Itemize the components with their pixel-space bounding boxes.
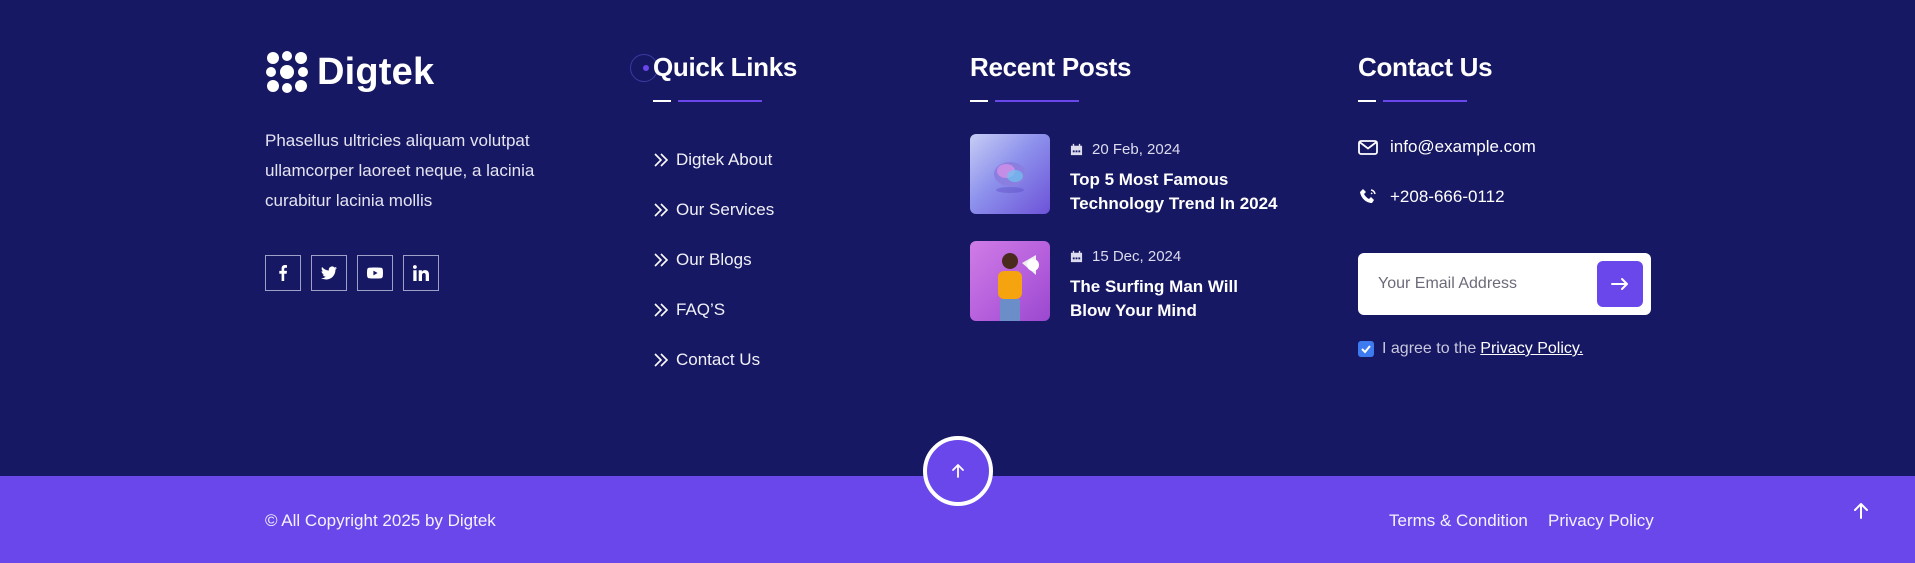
- contact-email[interactable]: info@example.com: [1358, 137, 1536, 157]
- twitter-link[interactable]: [311, 255, 347, 291]
- post-thumbnail[interactable]: [970, 241, 1050, 321]
- quick-link-label: Our Blogs: [676, 250, 752, 269]
- agree-text: I agree to the: [1382, 340, 1477, 357]
- post-date-text: 20 Feb, 2024: [1092, 141, 1181, 158]
- scroll-up-button[interactable]: [923, 436, 993, 506]
- double-chevron-right-icon: [654, 303, 669, 317]
- title-underline-long: [678, 100, 762, 102]
- quick-links-title: Quick Links: [653, 52, 798, 82]
- recent-posts-title: Recent Posts: [970, 52, 1132, 82]
- title-underline-long: [1383, 100, 1467, 102]
- title-underline-short: [970, 100, 988, 102]
- double-chevron-right-icon: [654, 153, 669, 167]
- post-date: 15 Dec, 2024: [1070, 248, 1280, 265]
- subscribe-button[interactable]: [1597, 261, 1643, 307]
- title-underline-long: [995, 100, 1079, 102]
- post-thumbnail[interactable]: [970, 134, 1050, 214]
- back-to-top-button[interactable]: [1850, 500, 1872, 522]
- post-date-text: 15 Dec, 2024: [1092, 248, 1182, 265]
- arrow-right-icon: [1611, 278, 1628, 290]
- quick-link-label: FAQ’S: [676, 300, 726, 319]
- facebook-link[interactable]: [265, 255, 301, 291]
- contact-title: Contact Us: [1358, 52, 1493, 82]
- quick-link-blogs[interactable]: Our Blogs: [653, 235, 774, 285]
- youtube-link[interactable]: [357, 255, 393, 291]
- logo-icon: [266, 51, 308, 93]
- woman-megaphone-image-icon: [998, 253, 1039, 321]
- calendar-icon: [1070, 250, 1083, 263]
- email-input[interactable]: [1378, 253, 1578, 315]
- post-title-link[interactable]: Top 5 Most Famous Technology Trend In 20…: [1070, 168, 1280, 216]
- title-underline-short: [653, 100, 671, 102]
- title-underline-short: [1358, 100, 1376, 102]
- phone-icon: [1360, 189, 1376, 203]
- brand-name: Digtek: [317, 50, 435, 93]
- linkedin-icon: [413, 265, 429, 281]
- double-chevron-right-icon: [654, 353, 669, 367]
- quick-links-list: Digtek About Our Services Our Blogs FAQ’…: [653, 135, 774, 385]
- double-chevron-right-icon: [654, 203, 669, 217]
- calendar-icon: [1070, 143, 1083, 156]
- privacy-policy-footer-link[interactable]: Privacy Policy: [1548, 511, 1654, 531]
- contact-phone[interactable]: +208-666-0112: [1358, 187, 1505, 207]
- quick-link-label: Our Services: [676, 200, 775, 219]
- about-text: Phasellus ultricies aliquam volutpat ull…: [265, 131, 535, 210]
- privacy-policy-link[interactable]: Privacy Policy.: [1480, 340, 1583, 358]
- twitter-icon: [321, 266, 337, 280]
- recent-post: 15 Dec, 2024 The Surfing Man Will Blow Y…: [970, 241, 1280, 323]
- envelope-icon: [1358, 140, 1378, 155]
- social-links: [265, 255, 439, 291]
- quick-link-faq[interactable]: FAQ’S: [653, 285, 774, 335]
- contact-phone-text: +208-666-0112: [1390, 187, 1505, 206]
- linkedin-link[interactable]: [403, 255, 439, 291]
- privacy-checkbox[interactable]: [1358, 341, 1374, 357]
- quick-link-services[interactable]: Our Services: [653, 185, 774, 235]
- contact-email-text: info@example.com: [1390, 137, 1536, 156]
- recent-post: 20 Feb, 2024 Top 5 Most Famous Technolog…: [970, 134, 1280, 216]
- youtube-icon: [367, 267, 383, 279]
- quick-link-contact[interactable]: Contact Us: [653, 335, 774, 385]
- brain-image-icon: [994, 162, 1026, 193]
- privacy-agreement: I agree to the Privacy Policy.: [1358, 340, 1583, 358]
- double-chevron-right-icon: [654, 253, 669, 267]
- arrow-up-icon: [1854, 503, 1868, 519]
- brand-logo[interactable]: Digtek: [265, 50, 434, 94]
- check-icon: [1361, 345, 1371, 354]
- newsletter-form: [1358, 253, 1651, 315]
- arrow-up-icon: [952, 464, 964, 478]
- post-title-link[interactable]: The Surfing Man Will Blow Your Mind: [1070, 275, 1280, 323]
- facebook-icon: [279, 265, 287, 281]
- decorative-dot: [643, 65, 649, 71]
- terms-link[interactable]: Terms & Condition: [1389, 511, 1528, 531]
- quick-link-label: Digtek About: [676, 150, 773, 169]
- quick-link-label: Contact Us: [676, 350, 761, 369]
- quick-link-about[interactable]: Digtek About: [653, 135, 774, 185]
- copyright-text: © All Copyright 2025 by Digtek: [265, 511, 496, 530]
- post-date: 20 Feb, 2024: [1070, 141, 1280, 158]
